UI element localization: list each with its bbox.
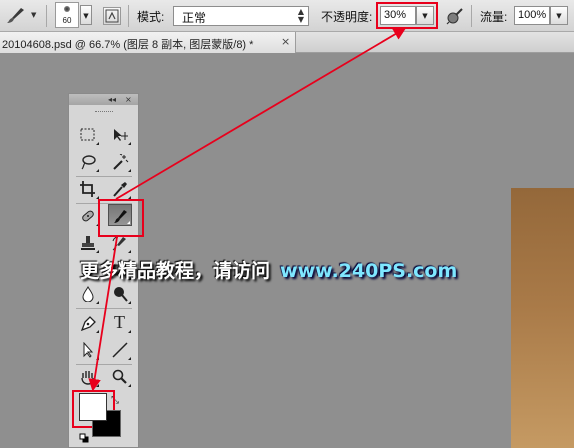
flow-slider-button[interactable]: ▼ [550,6,568,25]
blur-drop-icon [82,286,94,302]
move-tool[interactable] [108,124,132,146]
pen-tool[interactable] [76,312,100,334]
default-colors-icon[interactable] [79,428,89,443]
brush-panel-toggle-icon[interactable] [103,7,121,25]
brush-preset-icon[interactable] [4,5,30,27]
brush-size-value: 60 [62,16,72,25]
airbrush-toggle-icon[interactable] [445,6,465,26]
canvas-image[interactable] [511,188,574,448]
move-icon [114,129,128,141]
watermark-chinese-text: 更多精品教程，请访问 [80,260,271,282]
separator [128,5,129,27]
hand-icon [81,371,94,385]
blend-mode-select[interactable]: 正常 ▲ ▼ [173,6,309,26]
zoom-tool[interactable] [108,366,132,388]
foreground-color-swatch[interactable] [79,393,107,421]
brush-size-picker[interactable]: 60 [55,2,79,28]
eyedropper-icon [113,182,127,197]
hand-tool[interactable] [76,366,100,388]
close-panel-icon[interactable]: × [125,94,132,105]
tool-preset-dropdown-icon[interactable]: ▼ [31,11,36,19]
magic-wand-tool[interactable] [108,151,132,173]
watermark-banner: 更多精品教程，请访问 www.240PS.com [80,258,457,284]
separator [76,176,132,177]
crop-icon [80,181,95,197]
flow-input[interactable]: 100% [514,6,550,25]
spot-healing-brush-tool[interactable] [76,205,100,227]
dodge-icon [114,287,128,302]
lasso-icon [81,155,96,170]
marquee-icon [80,128,95,141]
dodge-tool[interactable] [108,283,132,305]
pen-icon [80,316,96,331]
clone-stamp-tool[interactable] [76,232,100,254]
collapse-panel-icon[interactable]: ◂◂ [108,94,116,105]
brush-tip-icon [64,6,70,12]
separator [76,364,132,365]
document-title: 20104608.psd @ 66.7% (图层 8 副本, 图层蒙版/8) * [2,39,254,51]
blur-tool[interactable] [76,283,100,305]
opacity-highlight-box [376,2,438,29]
close-document-icon[interactable]: × [281,35,290,48]
separator [471,5,472,27]
magic-wand-icon [113,154,129,170]
select-arrows-icon: ▲ ▼ [297,7,304,24]
rectangular-marquee-tool[interactable] [76,124,100,146]
flow-value: 100% [518,9,547,21]
line-tool[interactable] [108,339,132,361]
brush-tool-highlight-box [98,199,144,237]
separator [46,5,47,27]
arrow-to-opacity [115,27,407,200]
line-icon [112,342,128,358]
flow-label: 流量: [480,10,508,24]
tools-panel-header[interactable]: ◂◂ × [69,94,138,105]
healing-bandage-icon [82,210,94,222]
path-selection-tool[interactable] [76,339,100,361]
separator [76,308,132,309]
crop-tool[interactable] [76,178,100,200]
document-tab[interactable]: 20104608.psd @ 66.7% (图层 8 副本, 图层蒙版/8) *… [0,32,296,53]
type-icon: T [114,312,125,332]
document-tab-bar: 20104608.psd @ 66.7% (图层 8 副本, 图层蒙版/8) *… [0,32,574,53]
watermark-url: www.240PS.com [280,260,458,282]
opacity-label: 不透明度: [321,10,373,24]
history-brush-icon [112,236,126,251]
stamp-icon [81,236,95,250]
mode-label: 模式: [137,10,165,24]
options-bar: ▼ 60 ▼ 模式: 正常 ▲ ▼ 不透明度: 30% ▼ 流量: 100% ▼ [0,0,574,32]
type-tool[interactable]: T [108,312,132,334]
zoom-icon [112,369,127,384]
eyedropper-tool[interactable] [108,178,132,200]
panel-grip[interactable] [95,111,113,114]
blend-mode-value: 正常 [182,11,207,25]
path-selection-icon [83,342,94,358]
brush-picker-dropdown-button[interactable]: ▼ [80,5,92,25]
lasso-tool[interactable] [76,151,100,173]
